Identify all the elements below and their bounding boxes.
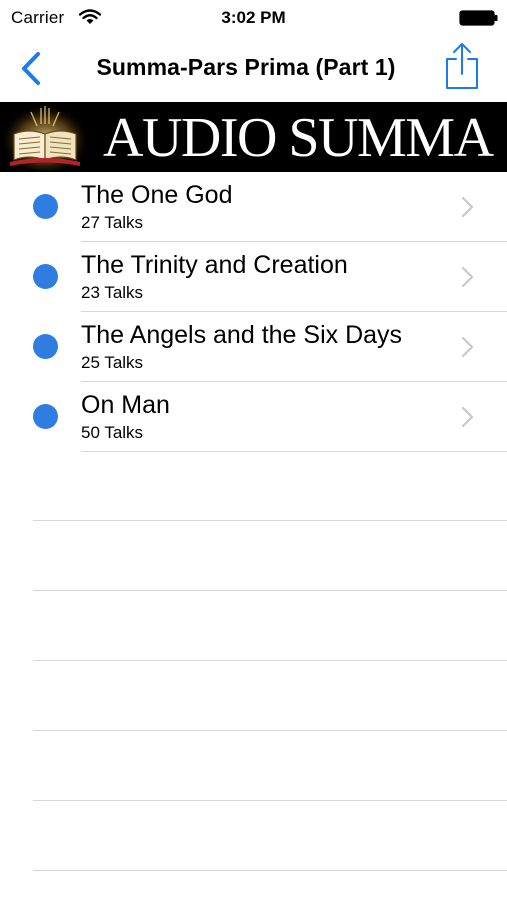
chevron-right-icon: [461, 196, 474, 218]
list-item[interactable]: The One God 27 Talks: [0, 172, 507, 242]
back-button[interactable]: [12, 48, 52, 90]
chevron-left-icon: [22, 52, 40, 85]
empty-row: [0, 451, 507, 521]
share-button[interactable]: [442, 40, 482, 92]
unread-dot-icon: [33, 334, 58, 359]
empty-row: [0, 731, 507, 801]
divider: [33, 870, 507, 871]
battery-icon: [459, 10, 498, 26]
navigation-bar: Summa-Pars Prima (Part 1): [0, 34, 507, 102]
list-item[interactable]: On Man 50 Talks: [0, 382, 507, 452]
chevron-right-icon: [461, 336, 474, 358]
empty-row: [0, 591, 507, 661]
banner-title: AUDIO SUMMA: [103, 107, 494, 169]
empty-rows: [0, 451, 507, 871]
list-item-subtitle: 23 Talks: [81, 283, 144, 302]
list-item-title: The Angels and the Six Days: [81, 321, 403, 349]
empty-row: [0, 801, 507, 871]
list-item-title: The One God: [81, 181, 233, 209]
app-banner: AUDIO SUMMA: [0, 102, 507, 172]
list-item[interactable]: The Trinity and Creation 23 Talks: [0, 242, 507, 312]
chevron-right-icon: [461, 266, 474, 288]
share-icon: [446, 43, 478, 89]
empty-row: [0, 521, 507, 591]
list-item-title: The Trinity and Creation: [81, 251, 348, 279]
open-book-icon: [4, 104, 86, 170]
unread-dot-icon: [33, 404, 58, 429]
list-item[interactable]: The Angels and the Six Days 25 Talks: [0, 312, 507, 382]
page-title: Summa-Pars Prima (Part 1): [96, 54, 396, 80]
unread-dot-icon: [33, 194, 58, 219]
list-item-subtitle: 50 Talks: [81, 423, 144, 442]
list-item-subtitle: 25 Talks: [81, 353, 144, 372]
empty-row: [0, 661, 507, 731]
status-time: 3:02 PM: [221, 8, 286, 27]
talks-list: The One God 27 Talks The Trinity and Cre…: [0, 172, 507, 452]
list-item-subtitle: 27 Talks: [81, 213, 144, 232]
chevron-right-icon: [461, 406, 474, 428]
list-item-title: On Man: [81, 391, 170, 419]
unread-dot-icon: [33, 264, 58, 289]
status-bar: Carrier 3:02 PM: [0, 0, 507, 34]
